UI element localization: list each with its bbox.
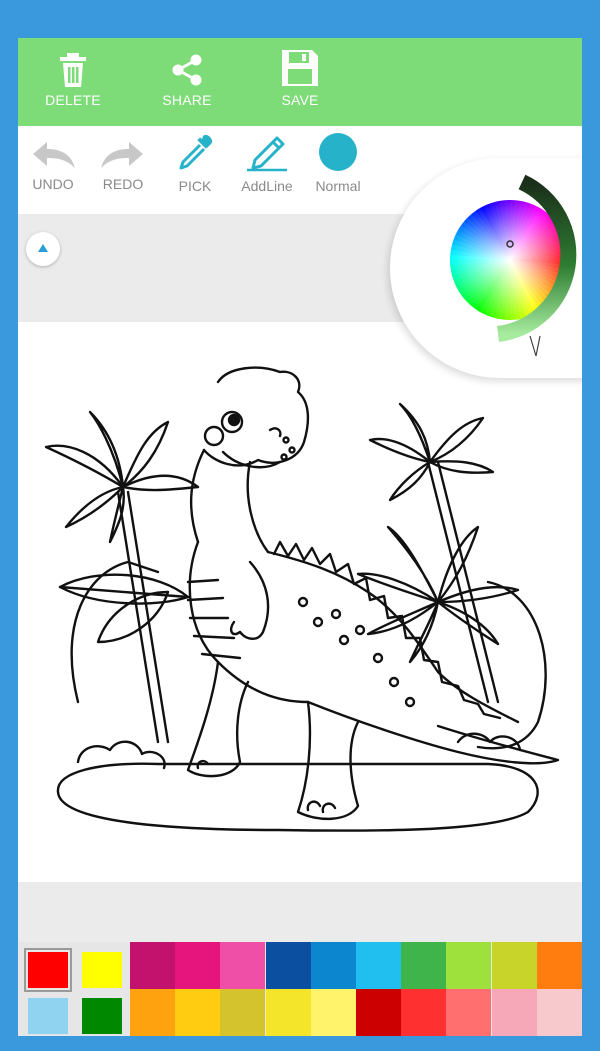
pick-color-button[interactable]: PICK <box>158 130 232 210</box>
color-wheel[interactable] <box>390 158 582 378</box>
palette-swatch[interactable] <box>265 942 311 989</box>
normal-label: Normal <box>315 178 361 194</box>
palette-swatch[interactable] <box>175 989 221 1036</box>
palette-swatch[interactable] <box>130 942 175 989</box>
addline-label: AddLine <box>241 178 293 194</box>
canvas-bottom-band <box>18 882 582 942</box>
pencil-icon <box>247 136 287 172</box>
color-picker-popup <box>390 158 582 378</box>
undo-button[interactable]: UNDO <box>18 130 90 210</box>
palette-swatch[interactable] <box>220 989 266 1036</box>
palette-swatch[interactable] <box>401 989 447 1036</box>
triangle-up-icon <box>38 244 48 252</box>
app-frame: DELETE SHARE SAVE UNDO REDO PICK AddLine… <box>18 38 582 1036</box>
dinosaur-coloring-page <box>44 366 560 832</box>
palette-swatch[interactable] <box>356 989 401 1036</box>
palette-swatch[interactable] <box>491 942 537 989</box>
color-palette <box>18 942 582 1036</box>
primary-color-yellow[interactable] <box>82 952 122 988</box>
delete-label: DELETE <box>45 92 101 108</box>
eyedropper-icon <box>179 134 213 170</box>
expand-button[interactable] <box>26 232 60 266</box>
palette-swatch[interactable] <box>175 942 221 989</box>
palette-swatch[interactable] <box>401 942 447 989</box>
trash-icon <box>60 53 86 87</box>
brush-size-circle-icon <box>319 133 357 171</box>
palette-swatch[interactable] <box>130 989 175 1036</box>
palette-swatch[interactable] <box>356 942 401 989</box>
delete-button[interactable]: DELETE <box>28 46 118 122</box>
secondary-color-light-blue[interactable] <box>28 998 68 1034</box>
undo-icon <box>33 142 75 168</box>
palette-swatch[interactable] <box>536 942 582 989</box>
save-label: SAVE <box>281 92 319 108</box>
palette-swatch[interactable] <box>446 989 492 1036</box>
primary-color-red[interactable] <box>24 948 72 992</box>
pick-label: PICK <box>178 178 212 194</box>
brightness-slider-handle[interactable] <box>529 335 541 357</box>
save-button[interactable]: SAVE <box>255 46 345 122</box>
floppy-disk-icon <box>282 50 318 86</box>
brush-mode-button[interactable]: Normal <box>301 130 375 210</box>
palette-swatch[interactable] <box>536 989 582 1036</box>
share-icon <box>172 54 202 86</box>
redo-button[interactable]: REDO <box>86 130 160 210</box>
share-button[interactable]: SHARE <box>142 46 232 122</box>
drawing-canvas[interactable] <box>18 322 582 882</box>
secondary-color-green[interactable] <box>82 998 122 1034</box>
top-action-bar: DELETE SHARE SAVE <box>18 38 582 126</box>
redo-icon <box>101 142 143 168</box>
palette-swatch[interactable] <box>310 989 356 1036</box>
palette-swatch[interactable] <box>491 989 537 1036</box>
redo-label: REDO <box>102 176 144 192</box>
share-label: SHARE <box>162 92 212 108</box>
add-line-button[interactable]: AddLine <box>230 130 304 210</box>
palette-swatch[interactable] <box>446 942 492 989</box>
undo-label: UNDO <box>32 176 74 192</box>
palette-swatch[interactable] <box>220 942 266 989</box>
palette-swatch[interactable] <box>310 942 356 989</box>
palette-swatch[interactable] <box>265 989 311 1036</box>
